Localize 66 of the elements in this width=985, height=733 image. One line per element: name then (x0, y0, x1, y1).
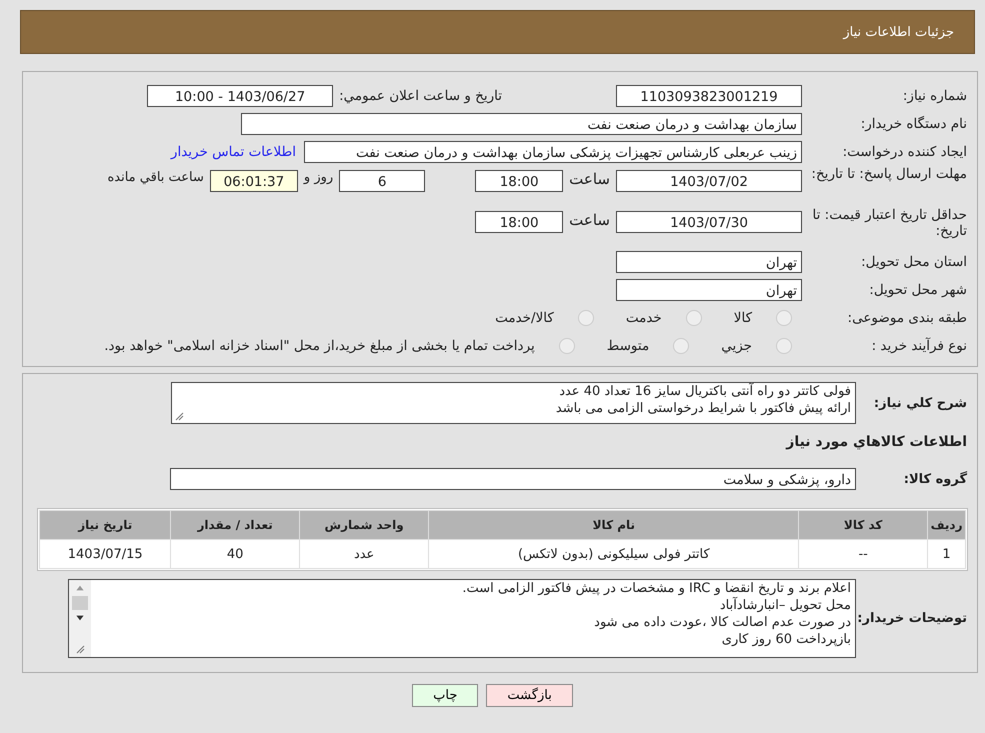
resize-grip-icon[interactable] (174, 411, 184, 421)
field-label: ساعت (569, 211, 610, 229)
radio-label: پرداخت تمام یا بخشی از مبلغ خرید،از محل "اسناد خزانه اسلامی" خواهد بود. (104, 338, 535, 354)
back-button[interactable]: بازگشت (486, 684, 573, 707)
column-header: ردیف (928, 511, 965, 539)
input-field[interactable]: 1103093823001219 (616, 84, 802, 106)
field-label: شماره نیاز: (902, 88, 967, 104)
table-cell: -- (799, 540, 928, 568)
field-label: استان محل تحویل: (860, 254, 967, 270)
field-label: نام دستگاه خریدار: (860, 116, 967, 132)
table-cell: 1403/07/15 (40, 540, 170, 568)
table-cell: عدد (300, 540, 428, 568)
radio-label: متوسط (606, 338, 650, 354)
field-label: ساعت باقي مانده (107, 170, 204, 185)
radio-label: جزيي (721, 338, 752, 354)
table-cell: 1 (928, 540, 965, 568)
radio-button[interactable] (686, 310, 702, 326)
field-label: نوع فرآیند خرید : (870, 338, 967, 354)
field-label: حداقل تاریخ اعتبار قیمت: تا تاریخ: (812, 207, 967, 239)
field-label: روز و (304, 170, 334, 185)
input-field[interactable]: 1403/07/30 (616, 211, 802, 233)
input-field[interactable]: تهران (616, 278, 802, 300)
radio-button[interactable] (673, 338, 690, 354)
input-field[interactable]: سازمان بهداشت و درمان صنعت نفت (241, 112, 802, 134)
field-label: شرح کلي نیاز: (872, 396, 967, 410)
contact-link[interactable]: اطلاعات تماس خریدار (170, 144, 296, 160)
field-label: ایجاد کننده درخواست: (842, 144, 967, 160)
column-header: تاریخ نیاز (40, 511, 170, 539)
column-header: نام کالا (429, 511, 798, 539)
radio-button[interactable] (558, 338, 575, 354)
field-label: شهر محل تحویل: (868, 282, 967, 298)
radio-label: کالا/خدمت (495, 310, 554, 326)
section-heading: اطلاعات کالاهاي مورد نیاز (784, 434, 967, 450)
input-field[interactable]: 1403/07/02 (616, 170, 802, 192)
description-text: فولی کاتتر دو راه آنتی باکتریال سایز 16 تعداد 40 عدد ارائه پیش فاکتور با شرایط درخواستی الزامی می باشد (554, 383, 851, 417)
field-label: مهلت ارسال پاسخ: تا تاریخ: (810, 166, 967, 182)
notes-box[interactable]: اعلام برند و تاریخ انقضا و IRC و مشخصات در پیش فاکتور الزامی است. محل تحویل –انبارشادآباد در صورت عدم اصالت کالا ،عودت داده می شود بازپرداخت 60 روز کاری (68, 579, 856, 658)
field-label: تاریخ و ساعت اعلان عمومي: (339, 88, 502, 104)
resize-grip-icon[interactable] (75, 644, 85, 654)
field-label: ساعت (569, 170, 610, 188)
column-header: تعداد / مقدار (171, 511, 299, 539)
input-field[interactable]: دارو، پزشکی و سلامت (170, 468, 856, 490)
column-header: کد کالا (799, 511, 928, 539)
table-cell: کاتتر فولی سیلیکونی (بدون لاتکس) (429, 540, 798, 568)
radio-label: کالا (734, 310, 752, 326)
radio-button[interactable] (776, 310, 792, 326)
input-field[interactable]: 1403/06/27 - 10:00 (147, 84, 334, 106)
radio-button[interactable] (776, 338, 792, 354)
input-field[interactable]: 6 (339, 170, 426, 192)
column-header: واحد شمارش (300, 511, 428, 539)
radio-label: خدمت (626, 310, 662, 326)
input-field[interactable]: تهران (616, 250, 802, 272)
field-label: گروه کالا: (902, 472, 967, 486)
field-label: توضیحات خریدار: (856, 611, 967, 626)
notes-text: اعلام برند و تاریخ انقضا و IRC و مشخصات در پیش فاکتور الزامی است. محل تحویل –انبارشادآباد در صورت عدم اصالت کالا ،عودت داده می شود بازپرداخت 60 روز کاری (461, 580, 851, 648)
field-label: طبقه بندی موضوعی: (846, 310, 967, 326)
input-field[interactable]: 18:00 (475, 211, 564, 233)
input-field[interactable]: 18:00 (475, 170, 564, 192)
radio-button[interactable] (578, 310, 594, 326)
scroll-thumb[interactable] (72, 596, 88, 610)
page-title: جزئیات اطلاعات نیاز (843, 24, 954, 40)
countdown-field: 06:01:37 (210, 170, 298, 192)
description-box[interactable]: فولی کاتتر دو راه آنتی باکتریال سایز 16 تعداد 40 عدد ارائه پیش فاکتور با شرایط درخواستی الزامی می باشد (171, 382, 856, 424)
print-button[interactable]: چاپ (412, 684, 478, 707)
table-cell: 40 (171, 540, 299, 568)
input-field[interactable]: زینب عربعلی کارشناس تجهیزات پزشکی سازمان بهداشت و درمان صنعت نفت (304, 140, 802, 162)
